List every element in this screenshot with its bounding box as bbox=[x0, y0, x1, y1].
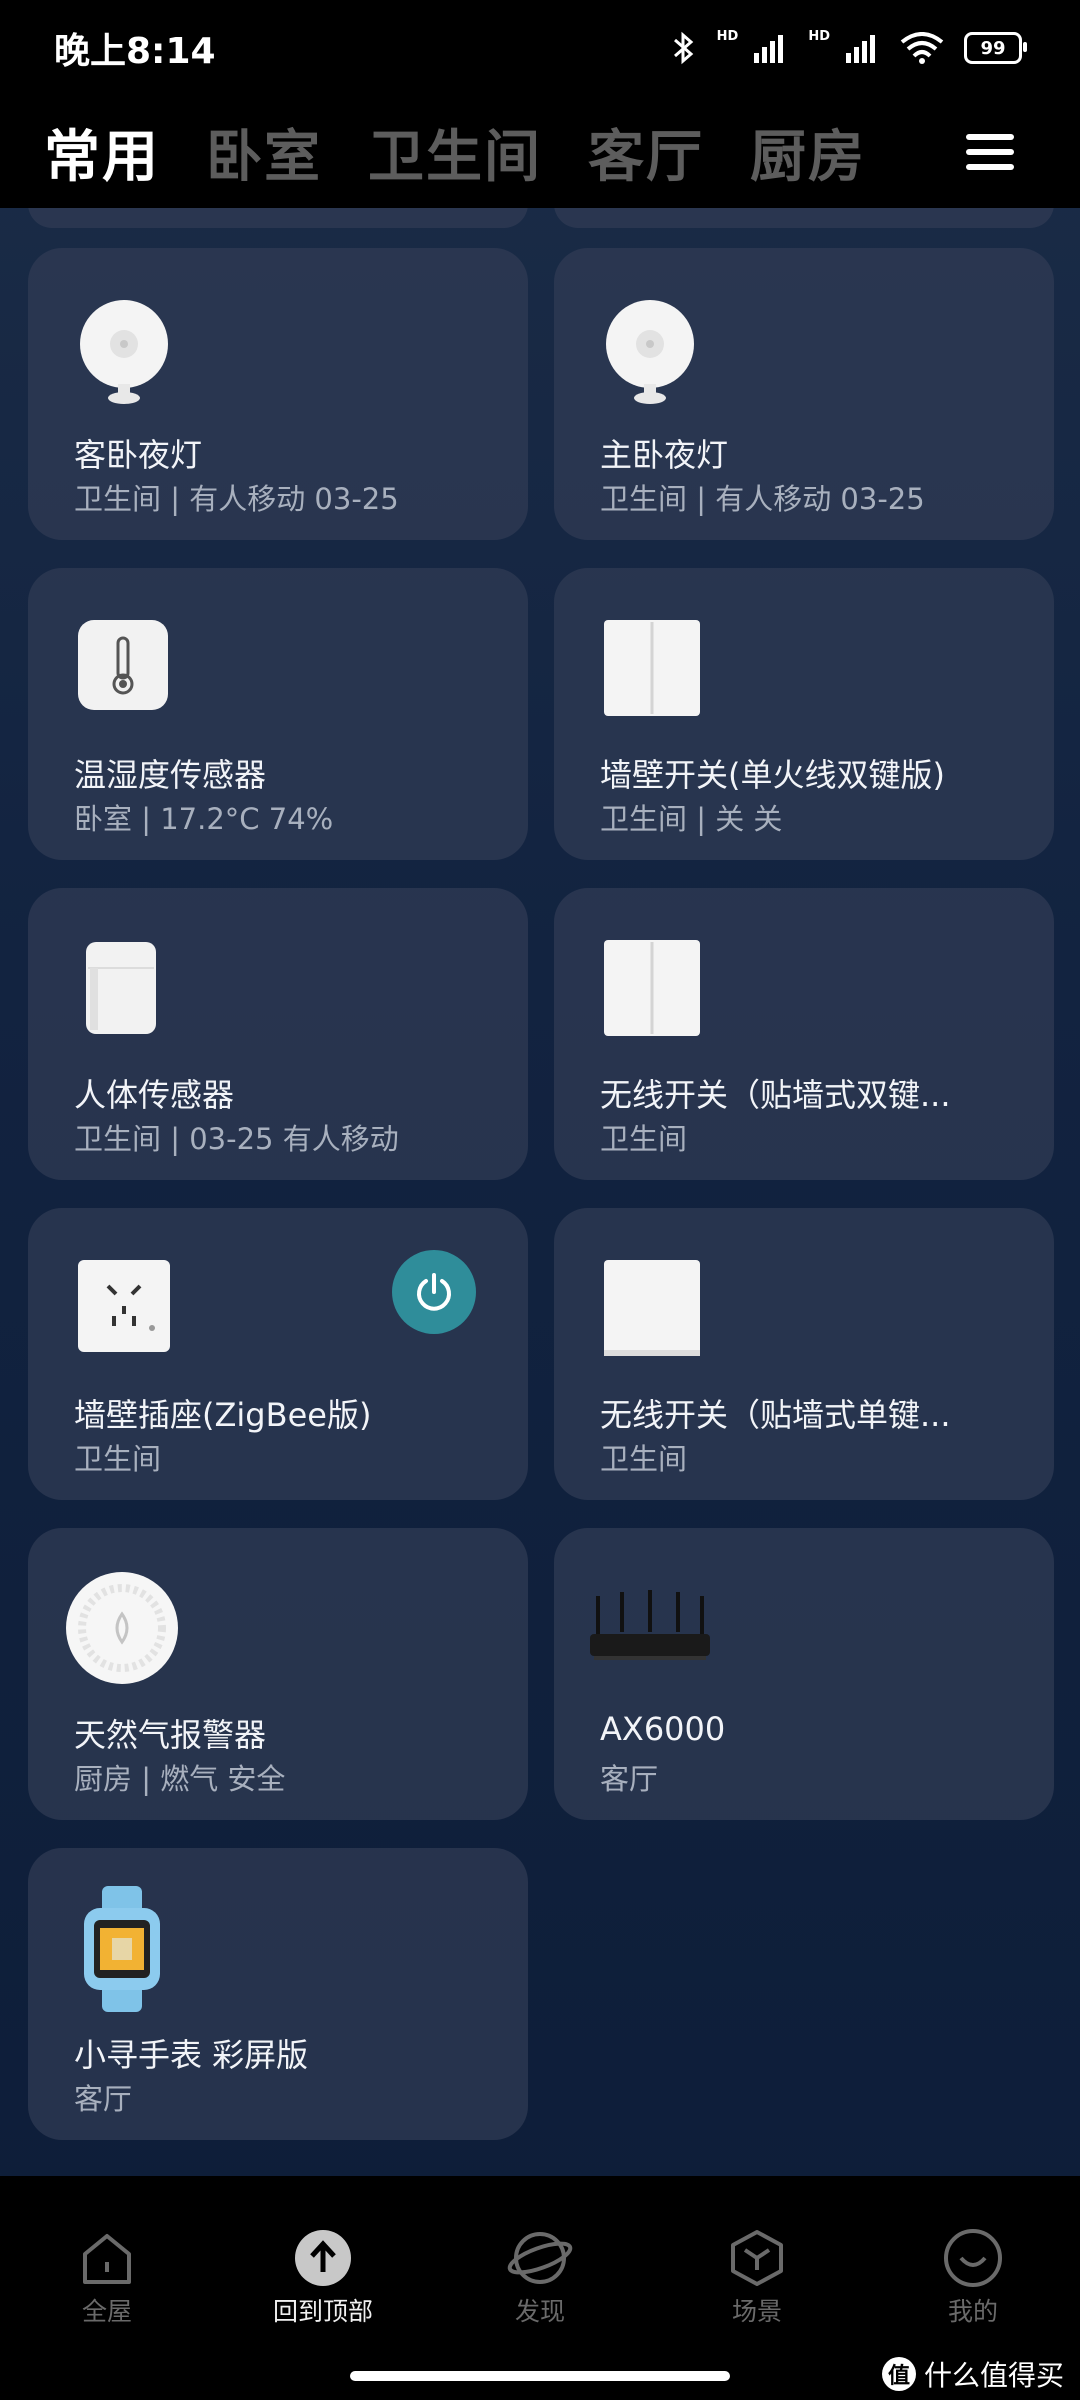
planet-icon bbox=[507, 2232, 573, 2284]
home-indicator[interactable] bbox=[350, 2371, 730, 2381]
device-card-partial[interactable] bbox=[28, 208, 528, 228]
thermometer-icon bbox=[78, 620, 168, 710]
device-status: 卫生间 | 关 关 bbox=[600, 802, 783, 836]
device-card-partial[interactable] bbox=[554, 208, 1054, 228]
device-name: 客卧夜灯 bbox=[74, 436, 203, 474]
device-card[interactable]: 墙壁开关(单火线双键版) 卫生间 | 关 关 bbox=[554, 568, 1054, 860]
device-name: 主卧夜灯 bbox=[600, 436, 729, 474]
nav-back-to-top[interactable]: 回到顶部 bbox=[248, 2228, 398, 2328]
device-name: AX6000 bbox=[600, 1710, 726, 1748]
clock: 晚上8:14 bbox=[54, 31, 216, 72]
nav-label: 场景 bbox=[731, 2297, 782, 2326]
device-status: 卫生间 | 03-25 有人移动 bbox=[74, 1122, 399, 1156]
hd-label: HD bbox=[808, 28, 830, 44]
device-name: 小寻手表 彩屏版 bbox=[74, 2036, 309, 2074]
nav-label: 发现 bbox=[514, 2297, 565, 2326]
signal-icon bbox=[754, 35, 784, 63]
motion-sensor-icon bbox=[86, 942, 156, 1034]
device-status: 厨房 | 燃气 安全 bbox=[74, 1762, 286, 1796]
tab-kitchen[interactable]: 厨房 bbox=[750, 112, 866, 193]
tab-bathroom[interactable]: 卫生间 bbox=[368, 112, 542, 193]
wifi-icon bbox=[900, 32, 944, 64]
device-card[interactable]: 主卧夜灯 卫生间 | 有人移动 03-25 bbox=[554, 248, 1054, 540]
router-icon bbox=[590, 1590, 710, 1660]
device-card[interactable]: AX6000 客厅 bbox=[554, 1528, 1054, 1820]
home-icon bbox=[83, 2234, 131, 2284]
device-grid: 客卧夜灯 卫生间 | 有人移动 03-25 主卧夜灯 卫生间 | 有人移动 03… bbox=[0, 208, 1080, 2178]
device-card[interactable]: 墙壁插座(ZigBee版) 卫生间 bbox=[28, 1208, 528, 1500]
device-status: 客厅 bbox=[600, 1762, 659, 1796]
signal-icon bbox=[846, 35, 875, 63]
device-name: 温湿度传感器 bbox=[74, 756, 267, 794]
nav-label: 全屋 bbox=[81, 2297, 132, 2326]
device-name: 人体传感器 bbox=[74, 1076, 235, 1114]
device-card[interactable]: 天然气报警器 厨房 | 燃气 安全 bbox=[28, 1528, 528, 1820]
power-icon bbox=[417, 1273, 451, 1311]
device-status: 客厅 bbox=[74, 2082, 133, 2116]
watermark: 值 什么值得买 bbox=[881, 2354, 1064, 2394]
nav-home[interactable]: 全屋 bbox=[32, 2228, 182, 2328]
device-status: 卧室 | 17.2°C 74% bbox=[74, 802, 334, 836]
room-tabs: 常用 卧室 卫生间 客厅 厨房 bbox=[0, 96, 1080, 208]
device-name: 墙壁开关(单火线双键版) bbox=[600, 756, 945, 794]
device-card[interactable]: 人体传感器 卫生间 | 03-25 有人移动 bbox=[28, 888, 528, 1180]
double-switch-icon bbox=[604, 940, 700, 1036]
device-name: 天然气报警器 bbox=[74, 1716, 267, 1754]
device-name: 无线开关（贴墙式单键... bbox=[600, 1396, 951, 1434]
device-name: 墙壁插座(ZigBee版) bbox=[74, 1396, 372, 1434]
device-status: 卫生间 bbox=[74, 1442, 162, 1476]
power-toggle-button[interactable] bbox=[392, 1250, 476, 1334]
watch-icon bbox=[84, 1886, 160, 2012]
watermark-text: 什么值得买 bbox=[923, 2359, 1064, 2392]
gas-alarm-icon bbox=[66, 1572, 178, 1684]
device-card[interactable]: 无线开关（贴墙式双键... 卫生间 bbox=[554, 888, 1054, 1180]
nav-profile[interactable]: 我的 bbox=[898, 2228, 1048, 2328]
device-status: 卫生间 | 有人移动 03-25 bbox=[600, 482, 925, 516]
double-switch-icon bbox=[604, 620, 700, 716]
device-status: 卫生间 bbox=[600, 1442, 688, 1476]
socket-icon bbox=[78, 1260, 170, 1352]
back-to-top-icon bbox=[295, 2230, 351, 2286]
smile-icon bbox=[944, 2229, 1002, 2287]
nav-scenes[interactable]: 场景 bbox=[682, 2228, 832, 2328]
device-card[interactable]: 小寻手表 彩屏版 客厅 bbox=[28, 1848, 528, 2140]
night-light-icon bbox=[80, 300, 168, 404]
bluetooth-icon bbox=[673, 31, 693, 65]
device-card[interactable]: 客卧夜灯 卫生间 | 有人移动 03-25 bbox=[28, 248, 528, 540]
device-name: 无线开关（贴墙式双键... bbox=[600, 1076, 951, 1114]
night-light-icon bbox=[606, 300, 694, 404]
nav-discover[interactable]: 发现 bbox=[465, 2228, 615, 2328]
hd-label: HD bbox=[716, 28, 739, 44]
nav-label: 回到顶部 bbox=[272, 2297, 373, 2326]
battery-icon: 99 bbox=[964, 32, 1027, 64]
single-switch-icon bbox=[604, 1260, 700, 1356]
device-status: 卫生间 bbox=[600, 1122, 688, 1156]
menu-icon[interactable] bbox=[966, 122, 1014, 182]
nav-label: 我的 bbox=[947, 2297, 998, 2326]
device-status: 卫生间 | 有人移动 03-25 bbox=[74, 482, 399, 516]
scene-cube-icon bbox=[731, 2230, 783, 2286]
watermark-logo: 值 bbox=[881, 2357, 916, 2391]
status-bar: 晚上8:14 HD HD 99 bbox=[0, 0, 1080, 96]
device-card[interactable]: 温湿度传感器 卧室 | 17.2°C 74% bbox=[28, 568, 528, 860]
tab-favorites[interactable]: 常用 bbox=[44, 112, 160, 193]
tab-bedroom[interactable]: 卧室 bbox=[206, 112, 322, 193]
tab-living-room[interactable]: 客厅 bbox=[588, 112, 704, 193]
device-card[interactable]: 无线开关（贴墙式单键... 卫生间 bbox=[554, 1208, 1054, 1500]
